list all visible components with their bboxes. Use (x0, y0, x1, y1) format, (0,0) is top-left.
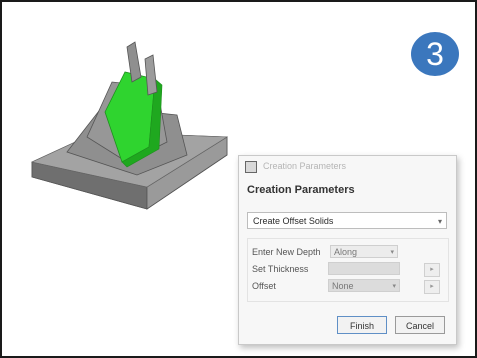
chevron-down-icon: ▾ (390, 249, 394, 256)
screenshot-frame: 3 Creation Parameters Creation Parameter… (0, 0, 477, 358)
enter-new-depth-label: Enter New Depth (252, 247, 321, 257)
thickness-input[interactable] (328, 262, 400, 275)
enter-new-depth-select[interactable]: Along ▾ (330, 245, 398, 258)
offset-spin-button[interactable]: ▸ (424, 280, 440, 294)
chevron-down-icon: ▾ (392, 283, 396, 290)
offset-select[interactable]: None ▾ (328, 279, 400, 292)
dialog-titlebar: Creation Parameters (239, 156, 456, 176)
dialog-title: Creation Parameters (263, 161, 347, 171)
offset-row: Offset None ▾ ▸ (252, 279, 442, 294)
dialog-heading: Creation Parameters (247, 184, 355, 196)
creation-parameters-dialog: Creation Parameters Creation Parameters … (238, 155, 457, 345)
offset-value: None (332, 281, 354, 291)
thickness-row: Set Thickness ▸ (252, 262, 442, 277)
parameters-panel: Enter New Depth Along ▾ Set Thickness ▸ … (247, 238, 449, 302)
chevron-down-icon: ▾ (437, 217, 442, 226)
finish-button[interactable]: Finish (337, 316, 387, 334)
window-app-icon (245, 161, 257, 173)
enter-new-depth-value: Along (334, 247, 358, 257)
creation-mode-select[interactable]: Create Offset Solids ▾ (247, 212, 447, 229)
3d-part-model-icon (31, 41, 228, 210)
step-number-badge: 3 (411, 32, 459, 76)
offset-label: Offset (252, 281, 276, 291)
cancel-button[interactable]: Cancel (395, 316, 445, 334)
enter-new-depth-row: Enter New Depth Along ▾ (252, 245, 442, 259)
creation-mode-value: Create Offset Solids (253, 216, 334, 226)
thickness-spin-button[interactable]: ▸ (424, 263, 440, 277)
thickness-label: Set Thickness (252, 264, 309, 274)
